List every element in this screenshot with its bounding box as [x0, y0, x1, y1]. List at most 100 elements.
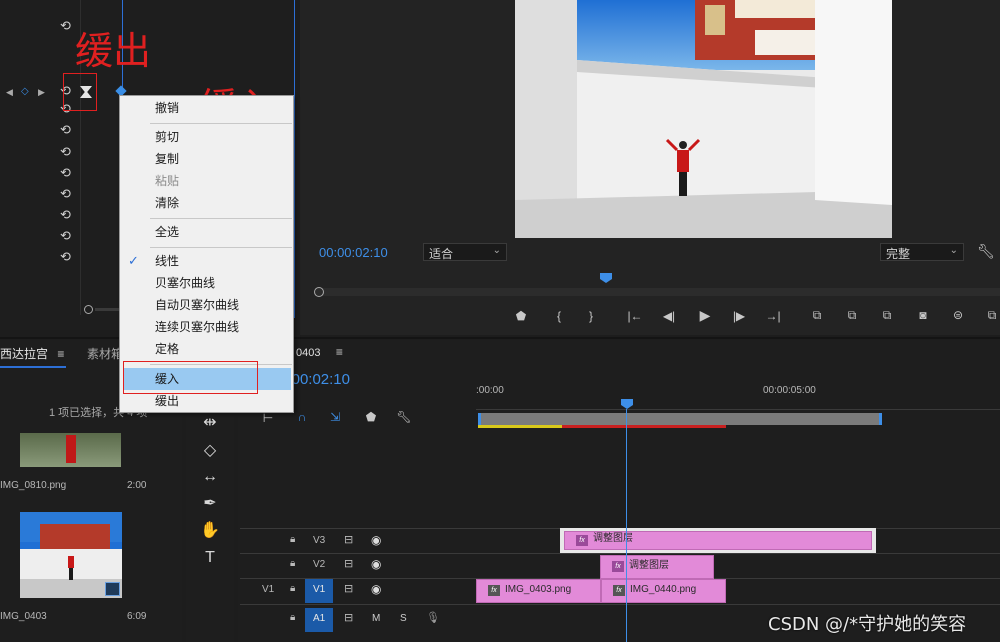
- clip-name: IMG_0403.png: [505, 584, 572, 595]
- fit-dropdown[interactable]: 适合 ⌄: [423, 243, 507, 261]
- work-area-bar[interactable]: [478, 413, 882, 425]
- hand-icon[interactable]: ✋: [196, 520, 224, 542]
- menu-item-select-all[interactable]: 全选: [155, 225, 179, 239]
- microphone-icon[interactable]: 🎙︎: [426, 611, 440, 624]
- camera-icon[interactable]: ◙: [914, 308, 932, 322]
- reset-icon[interactable]: ⟲: [60, 187, 74, 201]
- play-icon[interactable]: ▶: [697, 308, 713, 322]
- ease-in-highlight-box: [123, 361, 258, 394]
- tab-bin[interactable]: 素材箱: [87, 345, 120, 362]
- menu-item-clear[interactable]: 清除: [155, 196, 179, 210]
- sync-lock-icon[interactable]: ⊟: [344, 582, 353, 595]
- eye-icon[interactable]: ◉: [371, 557, 381, 571]
- type-icon[interactable]: T: [196, 547, 224, 569]
- wrench-icon[interactable]: 🔧︎: [396, 410, 412, 424]
- menu-item-continuous-bezier[interactable]: 连续贝塞尔曲线: [155, 320, 239, 334]
- menu-item-cut[interactable]: 剪切: [155, 130, 179, 144]
- mark-in-icon[interactable]: {: [551, 309, 567, 323]
- menu-item-hold[interactable]: 定格: [155, 342, 179, 356]
- reset-icon[interactable]: ⟲: [60, 123, 74, 137]
- track-label: V3: [313, 535, 326, 546]
- zoom-handle-icon[interactable]: [314, 287, 324, 297]
- track-header-v2: 🔒︎ V2 ⊟ ◉: [240, 554, 475, 578]
- menu-icon[interactable]: ≡: [57, 347, 64, 361]
- reset-icon[interactable]: ⟲: [60, 166, 74, 180]
- step-back-icon[interactable]: ◀|: [661, 309, 677, 323]
- menu-icon[interactable]: ≡: [336, 345, 343, 359]
- next-keyframe-icon[interactable]: ▶: [38, 87, 45, 98]
- add-marker-icon[interactable]: ⬟: [363, 410, 379, 424]
- timeline-timecode[interactable]: 00:00:02:10: [294, 371, 350, 391]
- razor-icon[interactable]: ◇: [196, 440, 224, 462]
- menu-item-undo[interactable]: 撤销: [155, 101, 179, 115]
- lock-icon[interactable]: 🔒︎: [290, 534, 295, 545]
- mute-button[interactable]: M: [372, 613, 380, 624]
- menu-item-copy[interactable]: 复制: [155, 152, 179, 166]
- timeline-clip[interactable]: fx IMG_0403.png: [476, 579, 601, 603]
- insert-icon[interactable]: ⧉: [808, 308, 826, 322]
- prev-keyframe-icon[interactable]: ◀: [6, 87, 13, 98]
- lock-icon[interactable]: 🔒︎: [290, 583, 295, 594]
- time-ruler[interactable]: [476, 398, 1000, 410]
- ease-out-annotation: 缓出: [75, 29, 152, 73]
- add-keyframe-icon[interactable]: ◇: [21, 86, 29, 97]
- quality-dropdown-value: 完整: [886, 247, 911, 261]
- timeline-clip[interactable]: fx 调整图层: [600, 555, 714, 579]
- render-bar-red: [562, 425, 726, 428]
- menu-item-bezier[interactable]: 贝塞尔曲线: [155, 276, 215, 290]
- pen-icon[interactable]: ✒: [196, 493, 224, 515]
- monitor-scrubber-track[interactable]: [315, 288, 1000, 296]
- track-select-icon[interactable]: ⇹: [196, 412, 224, 434]
- go-to-in-icon[interactable]: |←: [627, 309, 643, 323]
- thumbnail[interactable]: [20, 433, 121, 467]
- track-header-v1: V1 🔒︎ V1 ⊟ ◉: [240, 579, 475, 603]
- quality-dropdown[interactable]: 完整 ⌄: [880, 243, 964, 261]
- marker-icon[interactable]: ⬟: [513, 309, 529, 323]
- slip-icon[interactable]: ↔: [196, 466, 224, 488]
- tab-active-underline: [0, 366, 66, 368]
- chevron-down-icon: ⌄: [949, 245, 958, 256]
- lift-icon[interactable]: ⧉: [878, 308, 896, 322]
- track-label: V1: [313, 584, 326, 595]
- track-header-v3: 🔒︎ V3 ⊟ ◉: [240, 530, 475, 554]
- menu-item-auto-bezier[interactable]: 自动贝塞尔曲线: [155, 298, 239, 312]
- checkmark-icon: ✓: [128, 253, 139, 268]
- tab-project[interactable]: 西达拉宫 ≡: [0, 345, 64, 361]
- step-forward-icon[interactable]: |▶: [731, 309, 747, 323]
- linked-selection-icon[interactable]: ⇲: [327, 410, 343, 424]
- sync-lock-icon[interactable]: ⊟: [344, 557, 353, 570]
- solo-button[interactable]: S: [400, 613, 407, 624]
- zoom-handle-icon[interactable]: [84, 305, 93, 314]
- video-frame-image: [515, 0, 892, 238]
- clip-name: IMG_0440.png: [630, 584, 697, 595]
- menu-item-ease-out[interactable]: 缓出: [155, 394, 179, 408]
- settings-icon[interactable]: ⧉: [983, 308, 1000, 322]
- eye-icon[interactable]: ◉: [371, 582, 381, 596]
- snap-icon[interactable]: ⊢: [260, 411, 276, 425]
- wrench-icon[interactable]: 🔧︎: [977, 243, 995, 260]
- sync-lock-icon[interactable]: ⊟: [344, 611, 353, 624]
- magnet-icon[interactable]: ∩: [294, 410, 310, 424]
- reset-icon[interactable]: ⟲: [60, 145, 74, 159]
- compare-icon[interactable]: ⊜: [949, 308, 967, 322]
- track-header-a1: 🔒︎ A1 ⊟ M S 🎙︎: [240, 608, 475, 632]
- timeline-clip[interactable]: fx IMG_0440.png: [601, 579, 726, 603]
- reset-icon[interactable]: ⟲: [60, 229, 74, 243]
- timeline-clip[interactable]: fx 调整图层: [564, 531, 872, 550]
- reset-icon[interactable]: ⟲: [60, 19, 74, 33]
- program-timecode[interactable]: 00:00:02:10: [319, 245, 388, 260]
- sequence-tab[interactable]: 0403 ≡: [296, 345, 343, 359]
- reset-icon[interactable]: ⟲: [60, 208, 74, 222]
- clip-name: 调整图层: [629, 560, 669, 571]
- menu-item-linear[interactable]: 线性: [155, 254, 179, 268]
- go-to-out-icon[interactable]: →|: [765, 309, 781, 323]
- reset-icon[interactable]: ⟲: [60, 250, 74, 264]
- lock-icon[interactable]: 🔒︎: [290, 612, 295, 623]
- lock-icon[interactable]: 🔒︎: [290, 558, 295, 569]
- eye-icon[interactable]: ◉: [371, 533, 381, 547]
- source-patch-label[interactable]: V1: [262, 584, 274, 595]
- mark-out-icon[interactable]: }: [583, 309, 599, 323]
- ruler-label: 00:00:05:00: [763, 385, 816, 396]
- sync-lock-icon[interactable]: ⊟: [344, 533, 353, 546]
- overwrite-icon[interactable]: ⧉: [843, 308, 861, 322]
